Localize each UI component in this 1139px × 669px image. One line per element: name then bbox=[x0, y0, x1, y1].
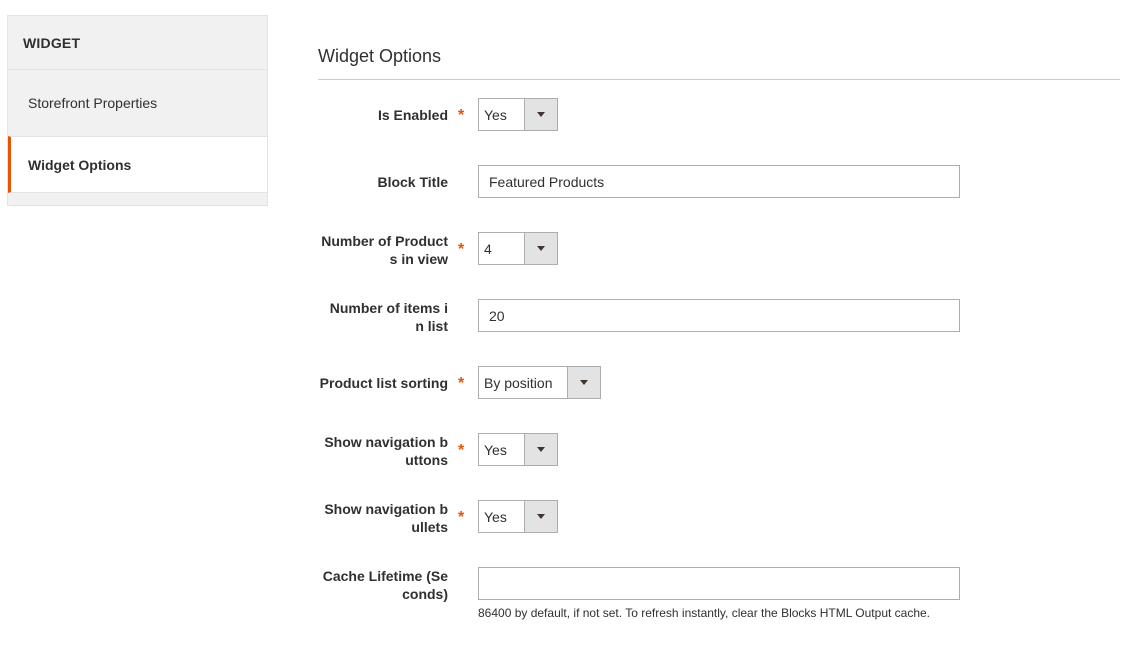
nav-buttons-select[interactable]: Yes bbox=[478, 433, 558, 466]
products-in-view-value: 4 bbox=[484, 240, 492, 257]
chevron-down-icon bbox=[537, 447, 545, 452]
cache-lifetime-label: Cache Lifetime (Se conds) bbox=[322, 568, 448, 602]
sidebar-item-widget-options[interactable]: Widget Options bbox=[8, 136, 267, 193]
is-enabled-select[interactable]: Yes bbox=[478, 98, 558, 131]
nav-bullets-value: Yes bbox=[484, 508, 507, 525]
nav-buttons-value: Yes bbox=[484, 441, 507, 458]
nav-buttons-label: Show navigation b uttons bbox=[324, 434, 448, 468]
block-title-input[interactable] bbox=[478, 165, 960, 198]
sidebar-item-storefront-properties[interactable]: Storefront Properties bbox=[8, 69, 267, 136]
sorting-value: By position bbox=[484, 374, 553, 391]
sidebar: WIDGET Storefront Properties Widget Opti… bbox=[7, 15, 268, 206]
nav-bullets-select[interactable]: Yes bbox=[478, 500, 558, 533]
cache-lifetime-input[interactable] bbox=[478, 567, 960, 600]
section-title: Widget Options bbox=[318, 46, 442, 66]
chevron-down-icon bbox=[537, 112, 545, 117]
required-marker: * bbox=[458, 375, 465, 392]
items-in-list-label: Number of items in list bbox=[329, 300, 448, 334]
block-title-label: Block Title bbox=[377, 174, 448, 190]
dropdown-button[interactable] bbox=[524, 233, 557, 264]
dropdown-button[interactable] bbox=[524, 434, 557, 465]
is-enabled-label: Is Enabled bbox=[377, 107, 448, 123]
products-in-view-select[interactable]: 4 bbox=[478, 232, 558, 265]
section-divider bbox=[318, 79, 1120, 80]
sorting-select[interactable]: By position bbox=[478, 366, 601, 399]
required-marker: * bbox=[458, 442, 465, 459]
sidebar-title: WIDGET bbox=[8, 16, 267, 70]
cache-lifetime-note: 86400 by default, if not set. To refresh… bbox=[478, 606, 931, 620]
sorting-label: Product list sorting bbox=[319, 375, 448, 391]
chevron-down-icon bbox=[537, 246, 545, 251]
items-in-list-input[interactable] bbox=[478, 299, 960, 332]
products-in-view-label: Number of Product s in view bbox=[321, 233, 448, 267]
chevron-down-icon bbox=[537, 514, 545, 519]
required-marker: * bbox=[458, 509, 465, 526]
required-marker: * bbox=[458, 241, 465, 258]
dropdown-button[interactable] bbox=[567, 367, 600, 398]
is-enabled-value: Yes bbox=[484, 106, 507, 123]
nav-bullets-label: Show navigation b ullets bbox=[324, 501, 448, 535]
dropdown-button[interactable] bbox=[524, 501, 557, 532]
required-marker: * bbox=[458, 107, 465, 124]
chevron-down-icon bbox=[580, 380, 588, 385]
dropdown-button[interactable] bbox=[524, 99, 557, 130]
